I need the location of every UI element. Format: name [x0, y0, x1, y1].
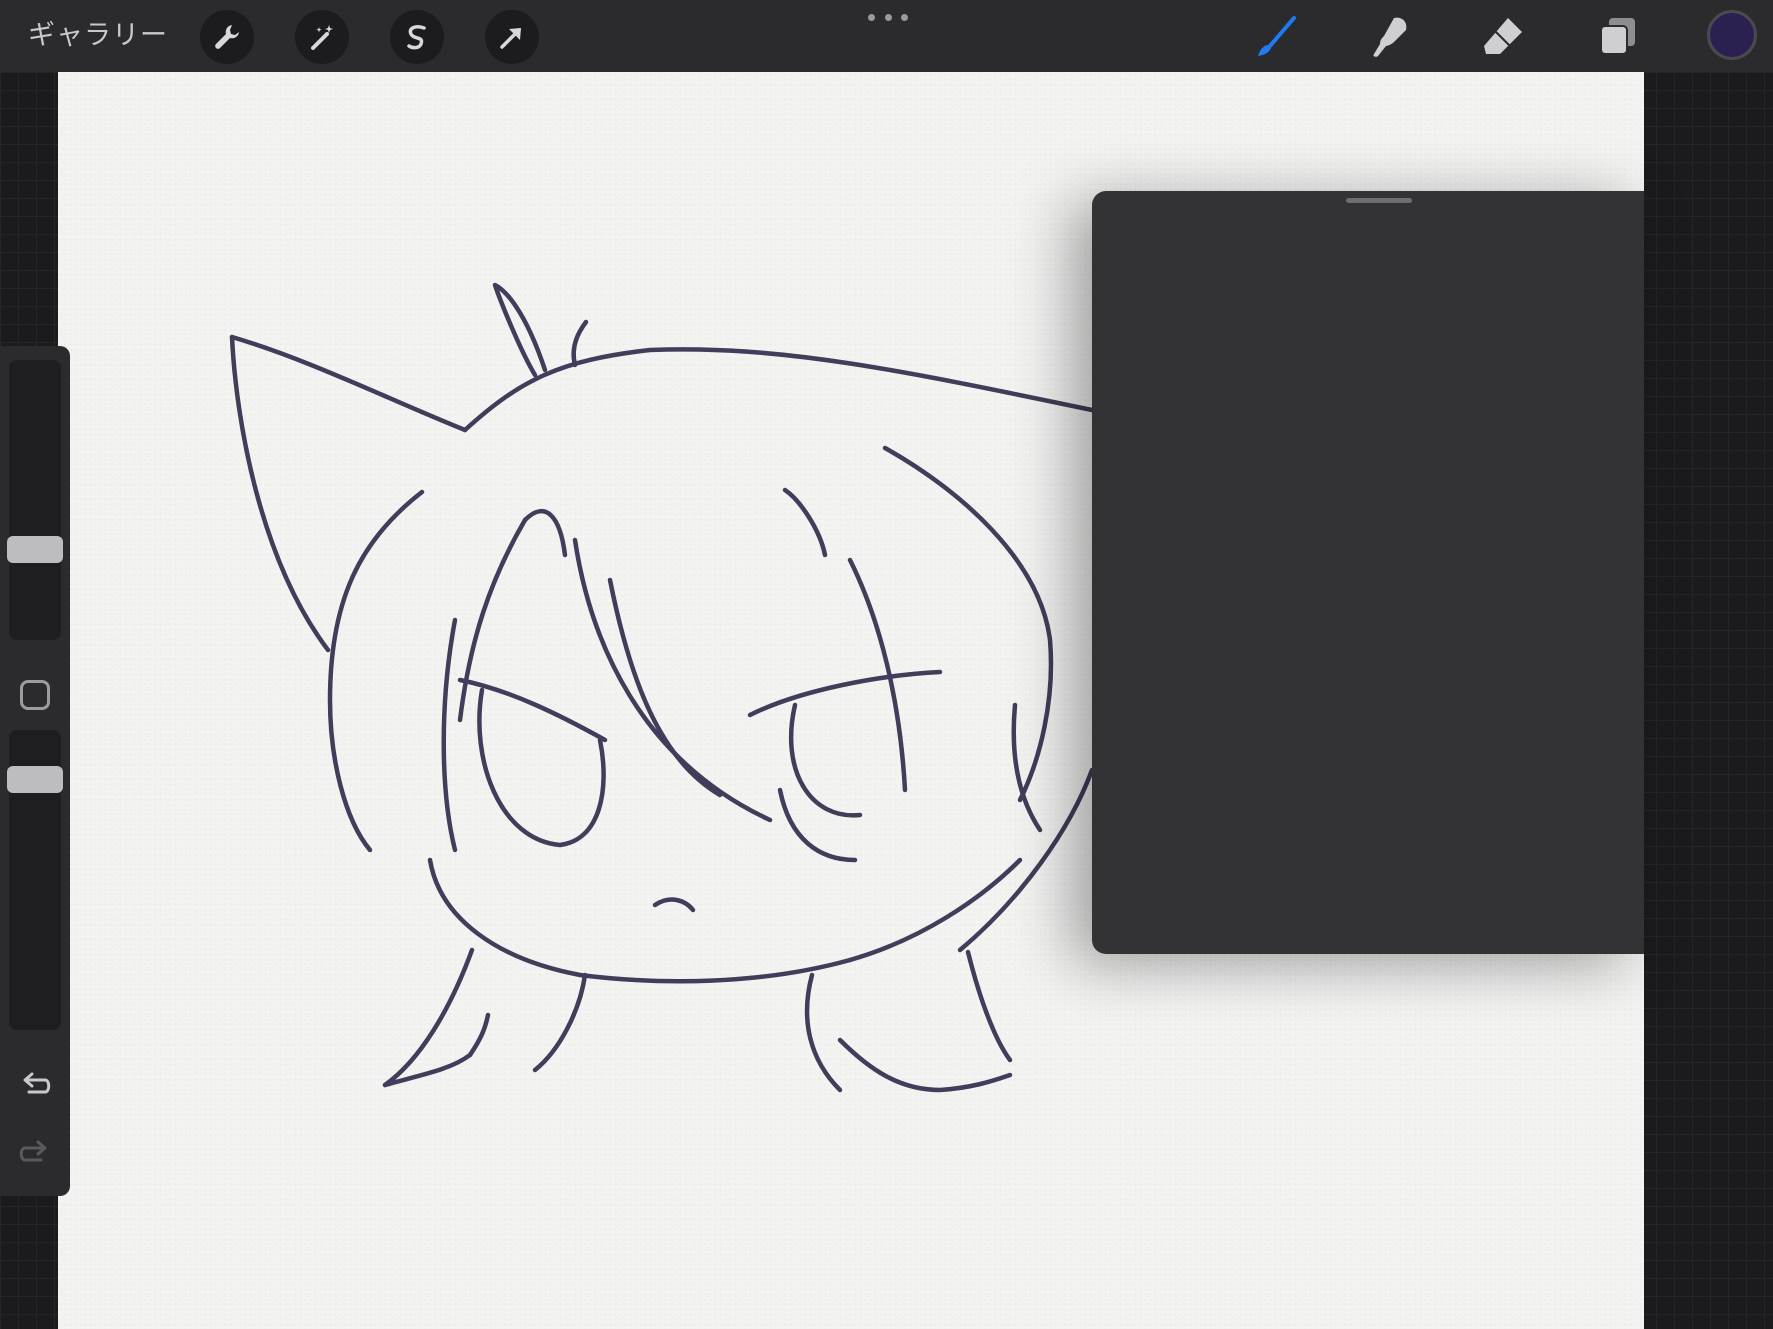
panel-drag-handle[interactable]	[1346, 198, 1412, 203]
brush-size-slider[interactable]	[9, 360, 61, 640]
undo-icon	[23, 1072, 51, 1094]
adjustments-button[interactable]	[295, 10, 349, 64]
left-sidebar	[0, 346, 70, 1196]
magic-wand-icon	[311, 25, 333, 50]
redo-button[interactable]	[17, 1136, 53, 1172]
top-toolbar: ギャラリー	[0, 0, 1773, 72]
more-options-icon[interactable]	[868, 10, 908, 24]
eraser-icon	[1484, 18, 1522, 54]
redo-icon	[19, 1140, 47, 1162]
opacity-thumb[interactable]	[7, 766, 63, 793]
gallery-button[interactable]: ギャラリー	[28, 15, 168, 57]
brush-icon	[1258, 16, 1296, 56]
smudge-icon	[1373, 17, 1407, 57]
actions-button[interactable]	[200, 10, 254, 64]
layers-button[interactable]	[1590, 10, 1646, 64]
selection-button[interactable]	[390, 10, 444, 64]
selection-icon	[407, 25, 426, 50]
undo-button[interactable]	[17, 1068, 53, 1104]
layers-icon	[1600, 18, 1635, 55]
popover-panel[interactable]	[1092, 191, 1644, 954]
wrench-icon	[215, 25, 239, 49]
eraser-tool-button[interactable]	[1475, 10, 1531, 64]
modify-button[interactable]	[20, 680, 50, 710]
transform-button[interactable]	[485, 10, 539, 64]
brush-size-thumb[interactable]	[7, 536, 63, 563]
brush-tool-button[interactable]	[1247, 10, 1303, 64]
color-picker-button[interactable]	[1707, 10, 1757, 60]
smudge-tool-button[interactable]	[1361, 10, 1417, 64]
transform-arrow-icon	[500, 28, 521, 49]
